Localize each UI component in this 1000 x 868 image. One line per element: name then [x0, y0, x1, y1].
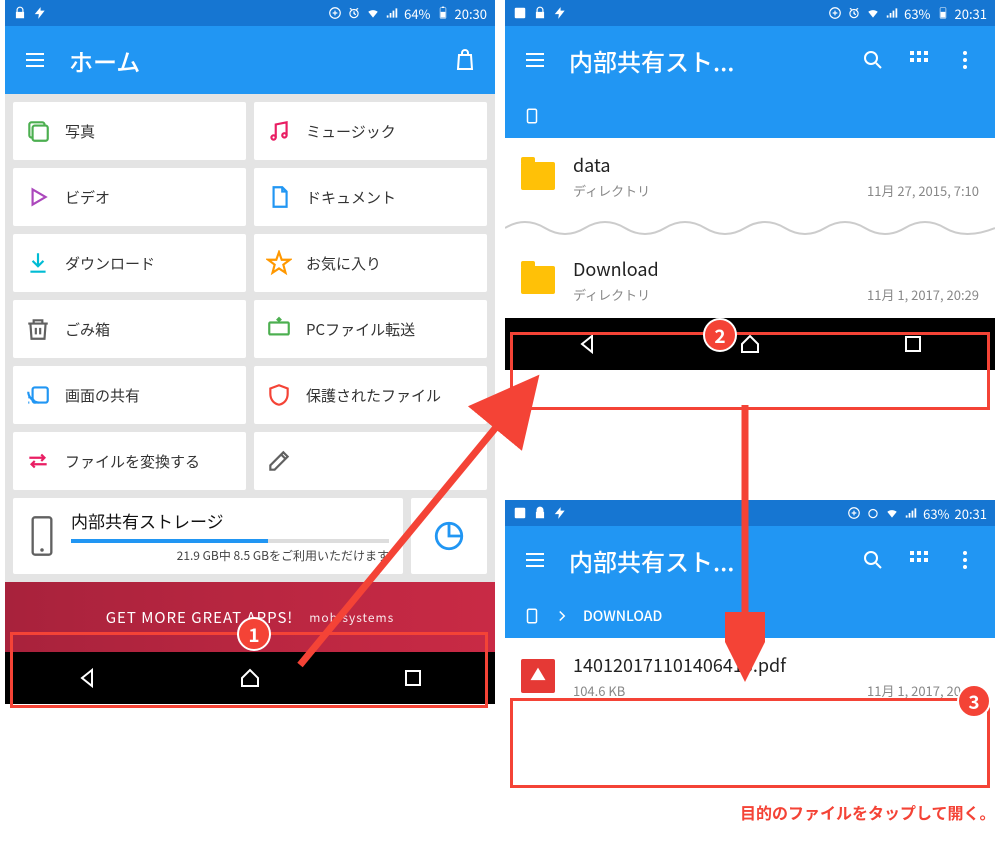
signal-icon: [904, 506, 918, 520]
nav-bar: [505, 318, 995, 370]
more-icon[interactable]: [953, 48, 977, 72]
tile-trash[interactable]: ごみ箱: [13, 300, 246, 358]
tile-photos[interactable]: 写真: [13, 102, 246, 160]
tile-music[interactable]: ミュージック: [254, 102, 487, 160]
folder-row-data[interactable]: data ディレクトリ11月 27, 2015, 7:10: [505, 138, 995, 214]
bolt-icon: [33, 6, 47, 20]
menu-icon[interactable]: [23, 48, 47, 72]
search-icon[interactable]: [861, 48, 885, 72]
battery-icon: [936, 6, 950, 20]
appbar-list: 内部共有スト...: [505, 26, 995, 94]
plus-circle-icon: [328, 6, 342, 20]
instruction-text: 目的のファイルをタップして開く。: [740, 800, 996, 824]
tile-convert[interactable]: ファイルを変換する: [13, 432, 246, 490]
appbar-title: 内部共有スト...: [569, 543, 839, 578]
cut-indicator: [505, 214, 995, 242]
lock-icon: [13, 6, 27, 20]
folder-icon: [521, 162, 555, 190]
phone-icon: [27, 515, 57, 557]
badge-3: 3: [957, 684, 991, 718]
folder-icon: [521, 266, 555, 294]
tile-pc-transfer[interactable]: PCファイル転送: [254, 300, 487, 358]
plus-circle-icon: [847, 506, 861, 520]
status-bar: 64% 20:30: [5, 0, 495, 26]
image-icon: [513, 6, 527, 20]
appbar-title: 内部共有スト...: [569, 43, 839, 78]
back-icon[interactable]: [575, 332, 599, 356]
alarm-icon: [347, 6, 361, 20]
signal-icon: [885, 6, 899, 20]
more-icon[interactable]: [953, 548, 977, 572]
alarm-icon: [847, 6, 861, 20]
tile-document[interactable]: ドキュメント: [254, 168, 487, 226]
status-bar: 63% 20:31: [505, 0, 995, 26]
appbar-home: ホーム: [5, 26, 495, 94]
breadcrumb-label: DOWNLOAD: [583, 606, 662, 626]
arrow-2-to-3: [725, 400, 765, 690]
battery-icon: [436, 6, 450, 20]
menu-icon[interactable]: [523, 48, 547, 72]
recent-icon[interactable]: [901, 332, 925, 356]
alarm-icon: [866, 506, 880, 520]
phone-icon: [523, 107, 541, 125]
lock-icon: [533, 6, 547, 20]
wifi-icon: [866, 6, 880, 20]
appbar-title: ホーム: [69, 43, 431, 78]
signal-icon: [385, 6, 399, 20]
badge-1: 1: [237, 617, 271, 651]
breadcrumb[interactable]: [505, 94, 995, 138]
home-icon[interactable]: [238, 666, 262, 690]
grid-view-icon[interactable]: [907, 48, 931, 72]
tile-video[interactable]: ビデオ: [13, 168, 246, 226]
wifi-icon: [885, 506, 899, 520]
arrow-1-to-2: [280, 360, 560, 680]
battery-text: 64%: [404, 4, 430, 23]
badge-2: 2: [703, 318, 737, 352]
bag-icon[interactable]: [453, 48, 477, 72]
home-icon[interactable]: [738, 332, 762, 356]
clock-text: 20:30: [455, 4, 487, 23]
tile-download[interactable]: ダウンロード: [13, 234, 246, 292]
tile-share-screen[interactable]: 画面の共有: [13, 366, 246, 424]
back-icon[interactable]: [75, 666, 99, 690]
bolt-icon: [553, 6, 567, 20]
search-icon[interactable]: [861, 548, 885, 572]
grid-view-icon[interactable]: [907, 548, 931, 572]
plus-circle-icon: [828, 6, 842, 20]
tile-favorite[interactable]: お気に入り: [254, 234, 487, 292]
folder-row-download[interactable]: Download ディレクトリ11月 1, 2017, 20:29: [505, 242, 995, 318]
wifi-icon: [366, 6, 380, 20]
